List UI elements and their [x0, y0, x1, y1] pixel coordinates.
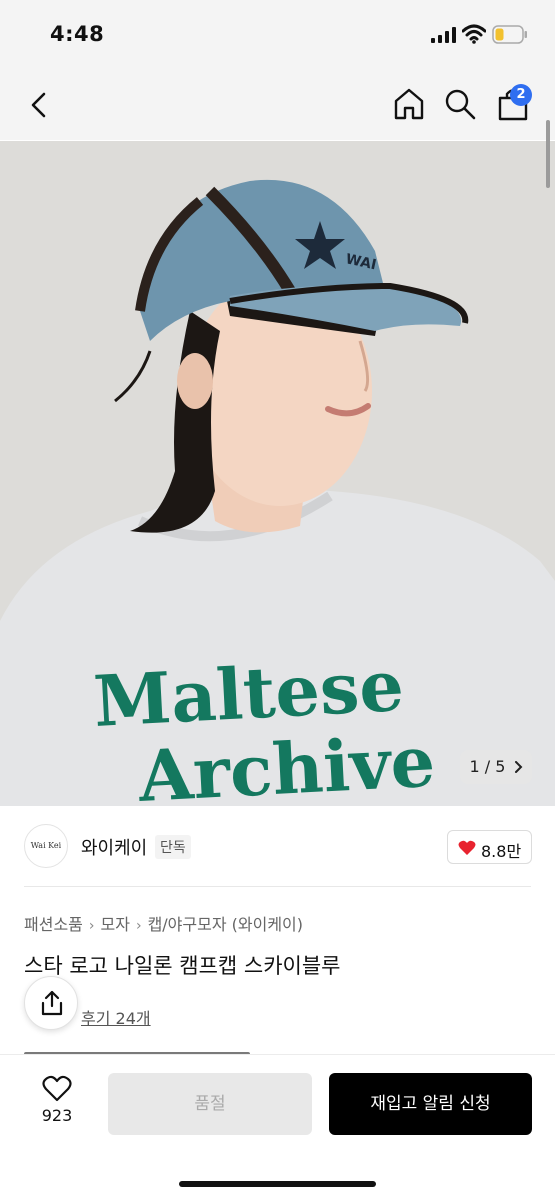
brand-logo[interactable]: Wai Kei [24, 824, 68, 868]
wifi-icon [462, 24, 486, 44]
breadcrumb-item-caps[interactable]: 캡/야구모자 (와이케이) [148, 915, 303, 934]
product-photo: WAI Maltese Archive [0, 141, 555, 806]
purchase-bar: 923 품절 재입고 알림 신청 [0, 1054, 555, 1200]
review-link[interactable]: 후기 24개 [81, 1005, 151, 1029]
status-time: 4:48 [50, 22, 105, 46]
chevron-right-icon: › [88, 918, 95, 934]
cart-count-badge: 2 [510, 84, 532, 106]
search-icon[interactable] [443, 86, 477, 122]
restock-alert-button[interactable]: 재입고 알림 신청 [329, 1073, 532, 1135]
brand-row: Wai Kei 와이케이 단독 8.8만 [0, 806, 555, 886]
breadcrumb-item-fashion-accessories[interactable]: 패션소품 [24, 915, 83, 934]
page-scrollbar[interactable] [546, 120, 550, 188]
breadcrumb-item-hats[interactable]: 모자 [101, 915, 130, 934]
soldout-button[interactable]: 품절 [108, 1073, 312, 1135]
image-counter[interactable]: 1 / 5 [460, 750, 532, 784]
product-image-gallery[interactable]: WAI Maltese Archive [0, 141, 555, 806]
chevron-right-icon: › [135, 918, 142, 934]
wishlist-count: 923 [41, 1106, 73, 1125]
cellular-signal-icon [431, 27, 456, 43]
share-button[interactable] [24, 976, 78, 1030]
heart-icon [458, 840, 476, 855]
divider [24, 886, 531, 887]
heart-icon [42, 1075, 72, 1102]
share-icon [41, 990, 63, 1016]
brand-like-button[interactable]: 8.8만 [447, 830, 532, 864]
chevron-right-icon [514, 761, 522, 773]
status-bar: 4:48 [0, 0, 555, 70]
brand-like-count: 8.8만 [481, 842, 522, 861]
battery-icon [492, 25, 527, 44]
print-line-2: Archive [136, 720, 437, 806]
product-title: 스타 로고 나일론 캠프캡 스카이블루 [24, 954, 341, 978]
image-counter-text: 1 / 5 [469, 757, 506, 776]
brand-logo-text: Wai Kei [30, 841, 62, 850]
brand-name-link[interactable]: 와이케이 [81, 834, 147, 860]
wishlist-button[interactable]: 923 [30, 1073, 84, 1135]
back-icon[interactable] [24, 88, 56, 122]
product-detail-screen: 4:48 2 WAI Maltese Archive 1 / 5 Wai Kei… [0, 0, 555, 1200]
navigation-bar [0, 70, 555, 140]
home-icon[interactable] [392, 86, 426, 122]
breadcrumb: 패션소품 › 모자 › 캡/야구모자 (와이케이) [24, 911, 303, 935]
exclusive-badge: 단독 [155, 835, 191, 859]
home-indicator[interactable] [179, 1181, 376, 1187]
